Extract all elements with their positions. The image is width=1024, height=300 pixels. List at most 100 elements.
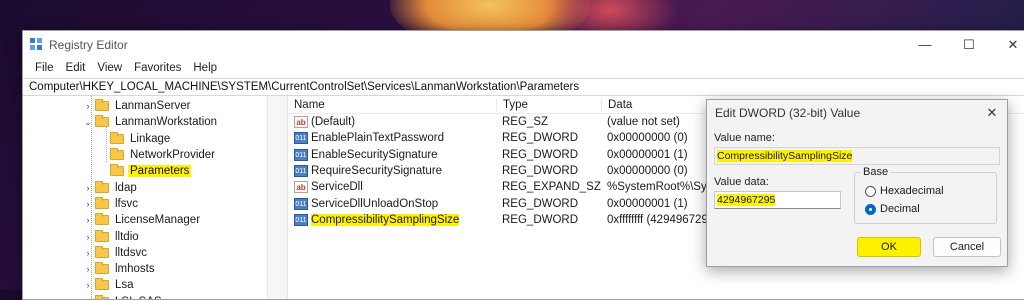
edit-dword-dialog: Edit DWORD (32-bit) Value ✕ Value name: … xyxy=(706,99,1008,267)
tree-item[interactable]: › LicenseManager xyxy=(81,212,267,228)
folder-icon xyxy=(95,196,109,209)
chevron-right-icon[interactable]: › xyxy=(81,101,95,111)
value-type: REG_DWORD xyxy=(502,165,579,178)
folder-icon xyxy=(95,229,109,242)
folder-icon xyxy=(95,262,109,275)
folder-icon xyxy=(95,115,109,128)
folder-icon xyxy=(95,278,109,291)
dialog-title-bar: Edit DWORD (32-bit) Value ✕ xyxy=(707,100,1007,126)
tree-item-label: LicenseManager xyxy=(115,214,201,227)
tree-item-label: LanmanServer xyxy=(115,100,191,113)
tree-item[interactable]: ⌄ LanmanWorkstation xyxy=(81,114,267,130)
tree-item-label: lltdsvc xyxy=(115,246,147,259)
value-name: ServiceDllUnloadOnStop xyxy=(311,197,439,210)
string-value-icon: ab xyxy=(294,181,308,194)
chevron-right-icon[interactable]: › xyxy=(81,280,95,290)
hexadecimal-radio[interactable] xyxy=(865,185,876,197)
chevron-right-icon[interactable]: › xyxy=(81,232,95,242)
value-name: EnablePlainTextPassword xyxy=(311,132,444,145)
menu-view[interactable]: View xyxy=(91,62,128,74)
tree-item[interactable]: › lmhosts xyxy=(81,261,267,277)
chevron-right-icon[interactable]: › xyxy=(81,297,95,299)
column-header-name[interactable]: Name xyxy=(288,99,496,111)
tree-item[interactable]: › LSI_SAS xyxy=(81,294,267,299)
folder-icon xyxy=(95,294,109,299)
hexadecimal-option[interactable]: Hexadecimal xyxy=(865,185,944,197)
column-header-type[interactable]: Type xyxy=(496,98,601,111)
value-name-field[interactable]: CompressibilitySamplingSize xyxy=(714,147,1000,165)
menu-bar: File Edit View Favorites Help xyxy=(23,58,1024,78)
folder-icon xyxy=(95,245,109,258)
decimal-label: Decimal xyxy=(880,203,920,215)
folder-icon xyxy=(95,213,109,226)
tree-item-label: lltdio xyxy=(115,230,139,243)
value-type: REG_DWORD xyxy=(502,213,579,226)
menu-help[interactable]: Help xyxy=(187,62,223,74)
value-data-field[interactable]: 4294967295 xyxy=(714,191,841,209)
value-name: RequireSecuritySignature xyxy=(311,165,443,178)
menu-edit[interactable]: Edit xyxy=(60,62,92,74)
tree-item[interactable]: Parameters xyxy=(81,163,267,179)
chevron-right-icon[interactable]: › xyxy=(81,248,95,258)
value-type: REG_DWORD xyxy=(502,132,579,145)
hexadecimal-label: Hexadecimal xyxy=(880,185,944,197)
folder-icon xyxy=(95,180,109,193)
folder-icon xyxy=(110,148,124,161)
dialog-title: Edit DWORD (32-bit) Value xyxy=(715,106,861,120)
chevron-down-icon[interactable]: ⌄ xyxy=(81,117,95,128)
key-tree: › LanmanServer ⌄ LanmanWorkstation Linkage Ne… xyxy=(23,96,268,299)
menu-file[interactable]: File xyxy=(29,62,60,74)
tree-item[interactable]: › LanmanServer xyxy=(81,98,267,114)
address-path: Computer\HKEY_LOCAL_MACHINE\SYSTEM\Curre… xyxy=(29,81,580,93)
minimize-button[interactable]: — xyxy=(903,31,947,58)
value-name: CompressibilitySamplingSize xyxy=(311,213,460,226)
dialog-close-button[interactable]: ✕ xyxy=(977,105,1007,121)
tree-item-label: LanmanWorkstation xyxy=(115,116,218,129)
tree-item[interactable]: Linkage xyxy=(81,131,267,147)
tree-item-label: NetworkProvider xyxy=(130,149,215,162)
value-name: ServiceDll xyxy=(311,181,363,194)
base-group: Base Hexadecimal Decimal xyxy=(854,166,997,224)
value-type: REG_DWORD xyxy=(502,148,579,161)
chevron-right-icon[interactable]: › xyxy=(81,199,95,209)
ok-button[interactable]: OK xyxy=(857,237,921,257)
value-type: REG_SZ xyxy=(502,116,549,129)
registry-icon xyxy=(30,38,43,51)
menu-favorites[interactable]: Favorites xyxy=(128,62,187,74)
binary-value-icon: 011 xyxy=(294,165,308,178)
tree-item[interactable]: › lltdsvc xyxy=(81,245,267,261)
value-data-text: 4294967295 xyxy=(717,194,776,206)
value-type: REG_EXPAND_SZ xyxy=(502,181,601,194)
address-bar[interactable]: Computer\HKEY_LOCAL_MACHINE\SYSTEM\Curre… xyxy=(23,78,1024,96)
maximize-button[interactable]: ☐ xyxy=(947,31,991,58)
tree-item-label: lfsvc xyxy=(115,197,138,210)
tree-item[interactable]: › lfsvc xyxy=(81,196,267,212)
binary-value-icon: 011 xyxy=(294,197,308,210)
tree-item-label: Parameters xyxy=(128,165,192,178)
string-value-icon: ab xyxy=(294,116,308,129)
value-type: REG_DWORD xyxy=(502,197,579,210)
decimal-radio[interactable] xyxy=(865,203,876,215)
tree-item[interactable]: › Lsa xyxy=(81,277,267,293)
tree-scrollbar[interactable] xyxy=(268,96,288,299)
chevron-right-icon[interactable]: › xyxy=(81,264,95,274)
binary-value-icon: 011 xyxy=(294,213,308,226)
tree-item-label: Linkage xyxy=(130,132,171,145)
base-label: Base xyxy=(861,166,891,178)
tree-item-label: lmhosts xyxy=(115,263,155,276)
chevron-right-icon[interactable]: › xyxy=(81,183,95,193)
tree-item-label: ldap xyxy=(115,181,137,194)
close-button[interactable]: ✕ xyxy=(991,31,1024,58)
tree-item[interactable]: › lltdio xyxy=(81,228,267,244)
tree-item[interactable]: › ldap xyxy=(81,179,267,195)
value-name-text: CompressibilitySamplingSize xyxy=(717,150,853,162)
value-name-label: Value name: xyxy=(714,132,775,144)
tree-item-label: LSI_SAS xyxy=(113,296,164,299)
tree-item[interactable]: NetworkProvider xyxy=(81,147,267,163)
chevron-right-icon[interactable]: › xyxy=(81,215,95,225)
value-name: EnableSecuritySignature xyxy=(311,148,438,161)
cancel-button[interactable]: Cancel xyxy=(933,237,1001,257)
decimal-option[interactable]: Decimal xyxy=(865,203,920,215)
window-title: Registry Editor xyxy=(49,37,128,52)
value-name: (Default) xyxy=(311,116,356,129)
